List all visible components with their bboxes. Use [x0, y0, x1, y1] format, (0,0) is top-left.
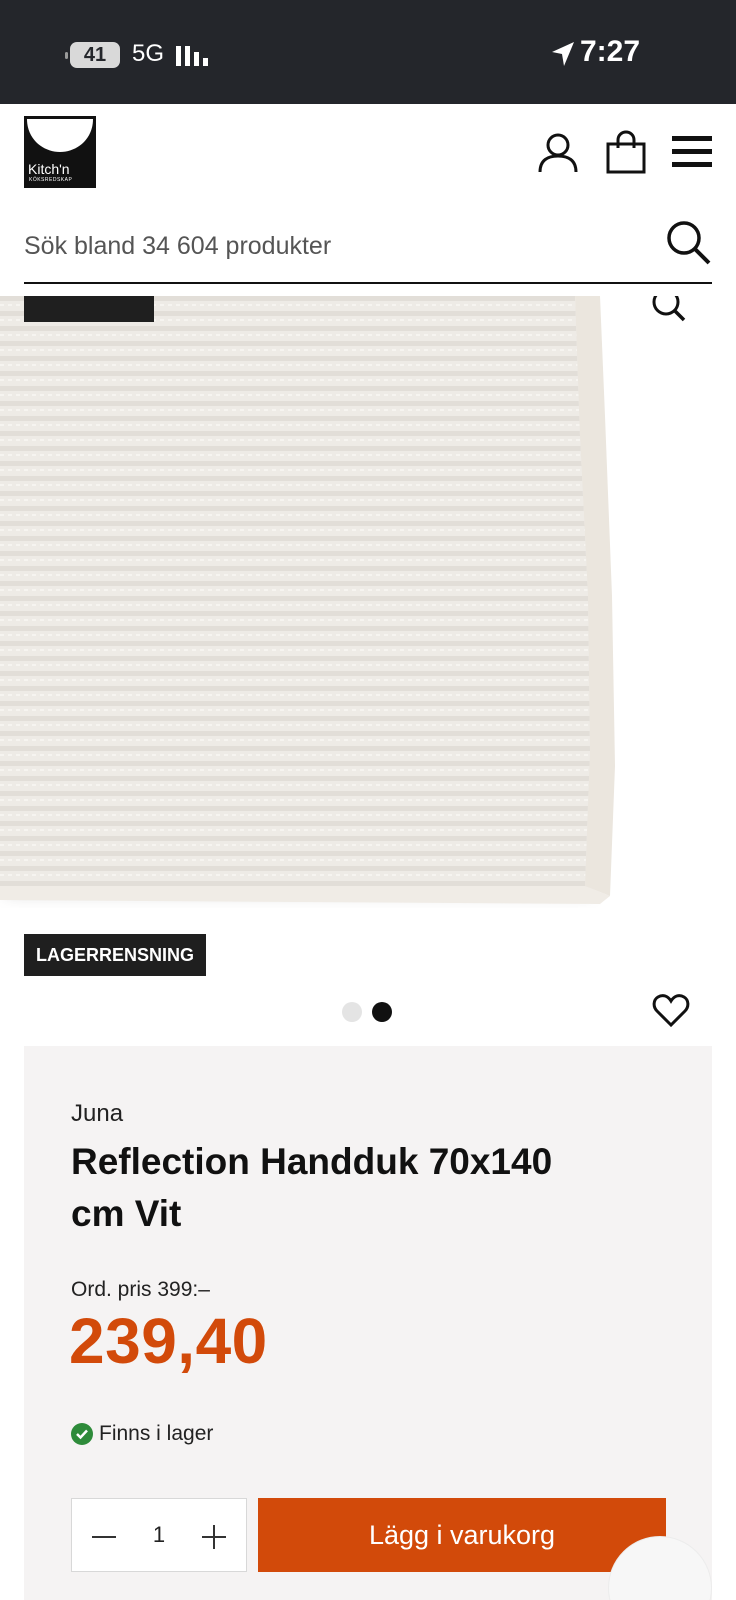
search-icon[interactable]	[664, 218, 712, 266]
user-icon[interactable]	[536, 130, 580, 174]
sale-price: 239,40	[69, 1305, 268, 1377]
battery-indicator: 41	[65, 42, 120, 68]
zoom-icon[interactable]	[650, 296, 690, 326]
heart-icon[interactable]	[652, 992, 690, 1030]
product-brand[interactable]: Juna	[71, 1100, 123, 1128]
plus-icon[interactable]	[200, 1523, 228, 1551]
signal-icon	[176, 46, 208, 66]
shopping-bag-icon[interactable]	[604, 130, 648, 174]
stock-status: Finns i lager	[71, 1422, 213, 1446]
search-bar	[24, 212, 712, 284]
add-to-cart-button[interactable]: Lägg i varukorg	[258, 1498, 666, 1572]
stock-label: Finns i lager	[99, 1422, 214, 1445]
carousel-dot[interactable]	[342, 1002, 362, 1022]
product-image	[0, 296, 615, 904]
product-title: Reflection Handduk 70x140 cm Vit	[71, 1141, 553, 1234]
logo-subtext: KÖKSREDSKAP	[29, 177, 73, 183]
logo-text: Kitch'n	[28, 161, 70, 177]
quantity-stepper: 1	[71, 1498, 247, 1572]
clearance-badge: LAGERRENSNING	[24, 934, 207, 976]
logo[interactable]: Kitch'n KÖKSREDSKAP	[24, 116, 96, 188]
menu-icon[interactable]	[670, 130, 714, 174]
carousel-dots	[342, 1002, 392, 1022]
location-arrow-icon	[552, 42, 574, 66]
status-bar: 41 5G 7:27	[0, 0, 736, 104]
product-image-gallery[interactable]	[0, 296, 736, 980]
minus-icon[interactable]	[90, 1523, 118, 1551]
badge-top	[24, 296, 154, 322]
search-input[interactable]	[24, 224, 644, 268]
product-info-panel: Juna Reflection Handduk 70x140 cm Vit Or…	[24, 1046, 712, 1600]
clock: 7:27	[580, 35, 641, 68]
original-price: Ord. pris 399:–	[71, 1278, 210, 1301]
network-label: 5G	[132, 40, 165, 67]
check-circle-icon	[71, 1423, 93, 1445]
carousel-dot-active[interactable]	[372, 1002, 392, 1022]
site-header: Kitch'n KÖKSREDSKAP	[0, 104, 736, 294]
